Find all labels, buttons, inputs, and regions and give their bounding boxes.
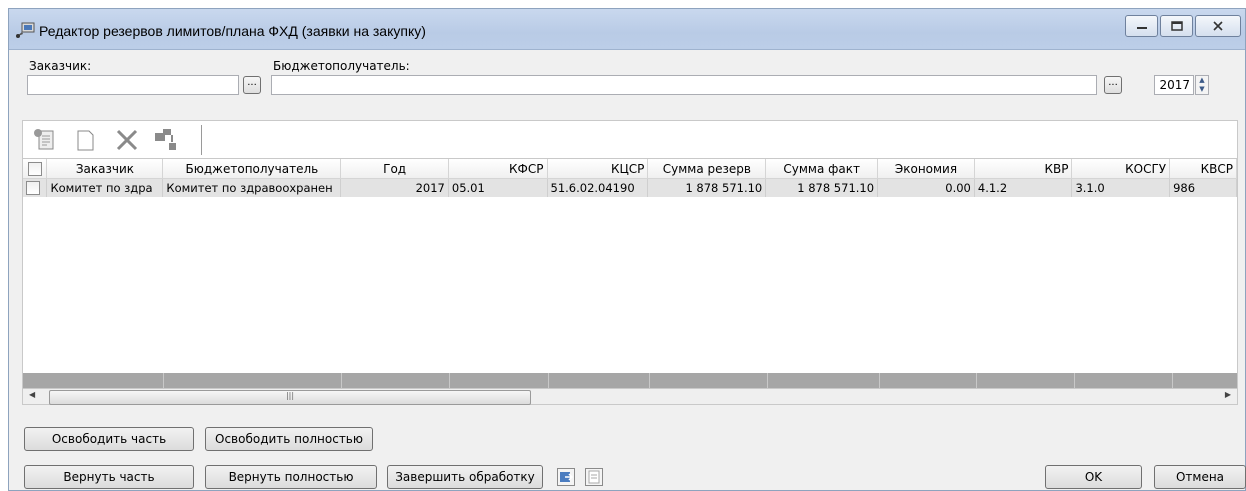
maximize-icon: [1170, 21, 1183, 31]
title-bar[interactable]: Редактор резервов лимитов/плана ФХД (зая…: [9, 9, 1245, 50]
reserves-grid: Заказчик Бюджетополучатель Год КФСР КЦСР…: [22, 158, 1238, 402]
delete-icon[interactable]: [113, 127, 141, 153]
cell-customer: Комитет по здра: [46, 178, 164, 197]
customer-select-button[interactable]: ...: [243, 76, 261, 94]
release-part-button[interactable]: Освободить часть: [24, 427, 194, 451]
year-spinner[interactable]: ▲ ▼: [1195, 75, 1209, 95]
scroll-right-icon[interactable]: ▶: [1225, 390, 1231, 399]
ok-button[interactable]: OK: [1045, 465, 1142, 489]
grid-header-row: Заказчик Бюджетополучатель Год КФСР КЦСР…: [23, 159, 1237, 179]
col-header-kvsr[interactable]: КВСР: [1169, 159, 1237, 179]
grid-toolbar: [22, 120, 1238, 158]
new-document-icon[interactable]: [71, 127, 99, 153]
row-checkbox[interactable]: [23, 178, 48, 197]
cancel-button[interactable]: Отмена: [1154, 465, 1246, 489]
col-header-fact-sum[interactable]: Сумма факт: [765, 159, 879, 179]
toolbar-separator: [201, 125, 202, 155]
close-icon: [1213, 21, 1223, 31]
col-header-recipient[interactable]: Бюджетополучатель: [162, 159, 342, 179]
cell-kvr: 4.1.2: [974, 178, 1073, 197]
spin-down-icon[interactable]: ▼: [1196, 85, 1208, 94]
customer-label: Заказчик:: [29, 59, 92, 73]
cell-economy: 0.00: [877, 178, 975, 197]
year-input[interactable]: 2017: [1154, 75, 1194, 95]
cell-kcsr: 51.6.02.04190: [547, 178, 649, 197]
horizontal-scrollbar[interactable]: ◀ ||| ▶: [22, 388, 1238, 405]
cell-fact-sum: 1 878 571.10: [765, 178, 879, 197]
col-header-economy[interactable]: Экономия: [877, 159, 975, 179]
col-header-kcsr[interactable]: КЦСР: [547, 159, 649, 179]
recipient-label: Бюджетополучатель:: [273, 59, 410, 73]
col-header-customer[interactable]: Заказчик: [46, 159, 164, 179]
maximize-button[interactable]: [1160, 15, 1193, 37]
window-title: Редактор резервов лимитов/плана ФХД (зая…: [39, 23, 426, 39]
cell-kfsr: 05.01: [448, 178, 548, 197]
cell-year: 2017: [340, 178, 449, 197]
recipient-select-button[interactable]: ...: [1104, 76, 1122, 94]
cell-kosgu: 3.1.0: [1071, 178, 1171, 197]
cell-recipient: Комитет по здравоохранен: [162, 178, 342, 197]
col-header-kvr[interactable]: КВР: [974, 159, 1073, 179]
close-button[interactable]: [1195, 15, 1241, 37]
col-header-reserve-sum[interactable]: Сумма резерв: [647, 159, 767, 179]
cell-kvsr: 986: [1169, 178, 1237, 197]
minimize-icon: [1136, 27, 1147, 29]
copy-record-icon[interactable]: [151, 127, 179, 153]
cell-reserve-sum: 1 878 571.10: [647, 178, 767, 197]
table-row[interactable]: Комитет по здра Комитет по здравоохранен…: [23, 178, 1237, 197]
export-icon[interactable]: [557, 468, 575, 486]
print-icon[interactable]: [585, 468, 603, 486]
col-header-kosgu[interactable]: КОСГУ: [1071, 159, 1171, 179]
return-part-button[interactable]: Вернуть часть: [24, 465, 194, 489]
return-full-button[interactable]: Вернуть полностью: [205, 465, 377, 489]
spin-up-icon[interactable]: ▲: [1196, 76, 1208, 85]
app-icon: [16, 22, 35, 38]
customer-field[interactable]: [27, 75, 239, 95]
col-header-year[interactable]: Год: [340, 159, 449, 179]
finish-processing-button[interactable]: Завершить обработку: [387, 465, 543, 489]
select-all-checkbox[interactable]: [23, 159, 48, 179]
col-header-kfsr[interactable]: КФСР: [448, 159, 548, 179]
minimize-button[interactable]: [1125, 15, 1158, 37]
scroll-thumb[interactable]: |||: [49, 390, 531, 405]
release-full-button[interactable]: Освободить полностью: [205, 427, 373, 451]
add-record-icon[interactable]: [31, 127, 59, 153]
scroll-grip: |||: [285, 391, 295, 400]
scroll-left-icon[interactable]: ◀: [29, 390, 35, 399]
recipient-field[interactable]: [271, 75, 1097, 95]
